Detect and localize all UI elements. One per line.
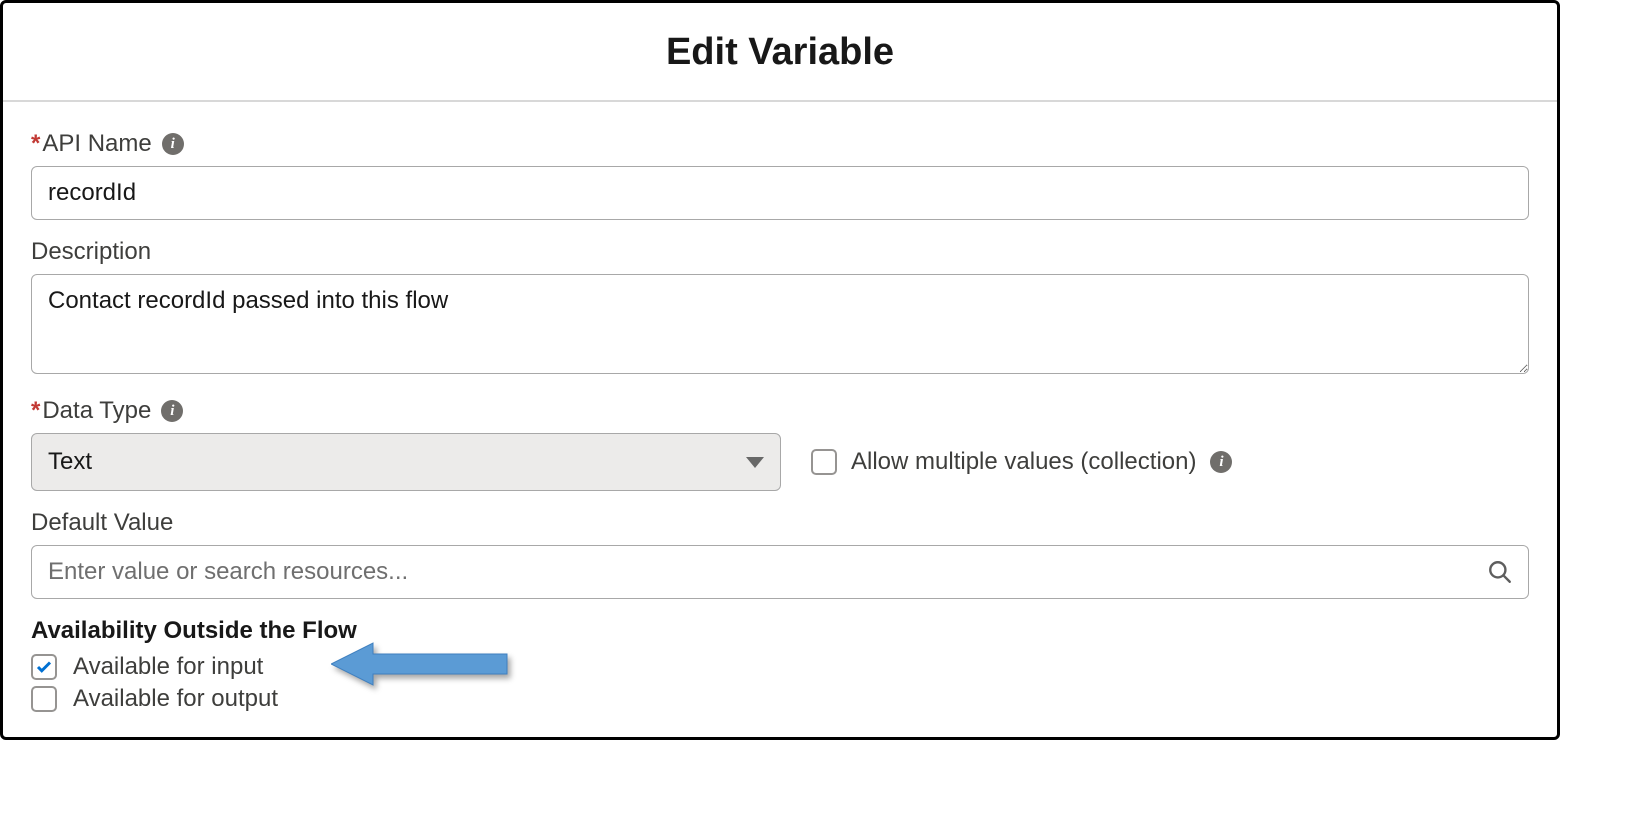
api-name-label-line: *API Name i	[31, 130, 1529, 158]
description-label: Description	[31, 238, 151, 266]
info-icon[interactable]: i	[1210, 451, 1232, 473]
dialog-title: Edit Variable	[3, 3, 1557, 102]
required-star: *	[31, 397, 40, 424]
available-for-output-label: Available for output	[73, 685, 278, 713]
available-for-input-label: Available for input	[73, 653, 263, 681]
available-for-input-checkbox[interactable]	[31, 654, 57, 680]
allow-multiple-row: Allow multiple values (collection) i	[811, 448, 1232, 476]
availability-heading: Availability Outside the Flow	[31, 617, 1529, 645]
description-label-line: Description	[31, 238, 1529, 266]
default-value-field: Default Value	[31, 509, 1529, 599]
data-type-value: Text	[48, 448, 92, 476]
edit-variable-dialog: Edit Variable *API Name i Description Co…	[0, 0, 1560, 740]
available-for-input-row: Available for input	[31, 653, 1529, 681]
default-value-label-line: Default Value	[31, 509, 1529, 537]
required-star: *	[31, 130, 40, 157]
annotation-arrow-icon	[331, 639, 511, 689]
data-type-label: *Data Type	[31, 397, 151, 425]
default-value-wrap	[31, 545, 1529, 599]
data-type-select[interactable]: Text	[31, 433, 781, 491]
data-type-select-wrap: Text	[31, 433, 781, 491]
chevron-down-icon	[746, 457, 764, 468]
allow-multiple-checkbox[interactable]	[811, 449, 837, 475]
data-type-row: Text Allow multiple values (collection) …	[31, 433, 1529, 491]
data-type-label-line: *Data Type i	[31, 397, 1529, 425]
search-icon	[1487, 559, 1513, 585]
available-for-output-row: Available for output	[31, 685, 1529, 713]
allow-multiple-label: Allow multiple values (collection)	[851, 448, 1196, 476]
data-type-field: *Data Type i Text Allow multiple values …	[31, 397, 1529, 491]
available-for-output-checkbox[interactable]	[31, 686, 57, 712]
api-name-input[interactable]	[31, 166, 1529, 220]
api-name-label: *API Name	[31, 130, 152, 158]
description-field: Description Contact recordId passed into…	[31, 238, 1529, 379]
default-value-label: Default Value	[31, 509, 173, 537]
info-icon[interactable]: i	[162, 133, 184, 155]
form-body: *API Name i Description Contact recordId…	[3, 102, 1557, 737]
info-icon[interactable]: i	[161, 400, 183, 422]
description-textarea[interactable]: Contact recordId passed into this flow	[31, 274, 1529, 374]
api-name-field: *API Name i	[31, 130, 1529, 220]
default-value-input[interactable]	[31, 545, 1529, 599]
